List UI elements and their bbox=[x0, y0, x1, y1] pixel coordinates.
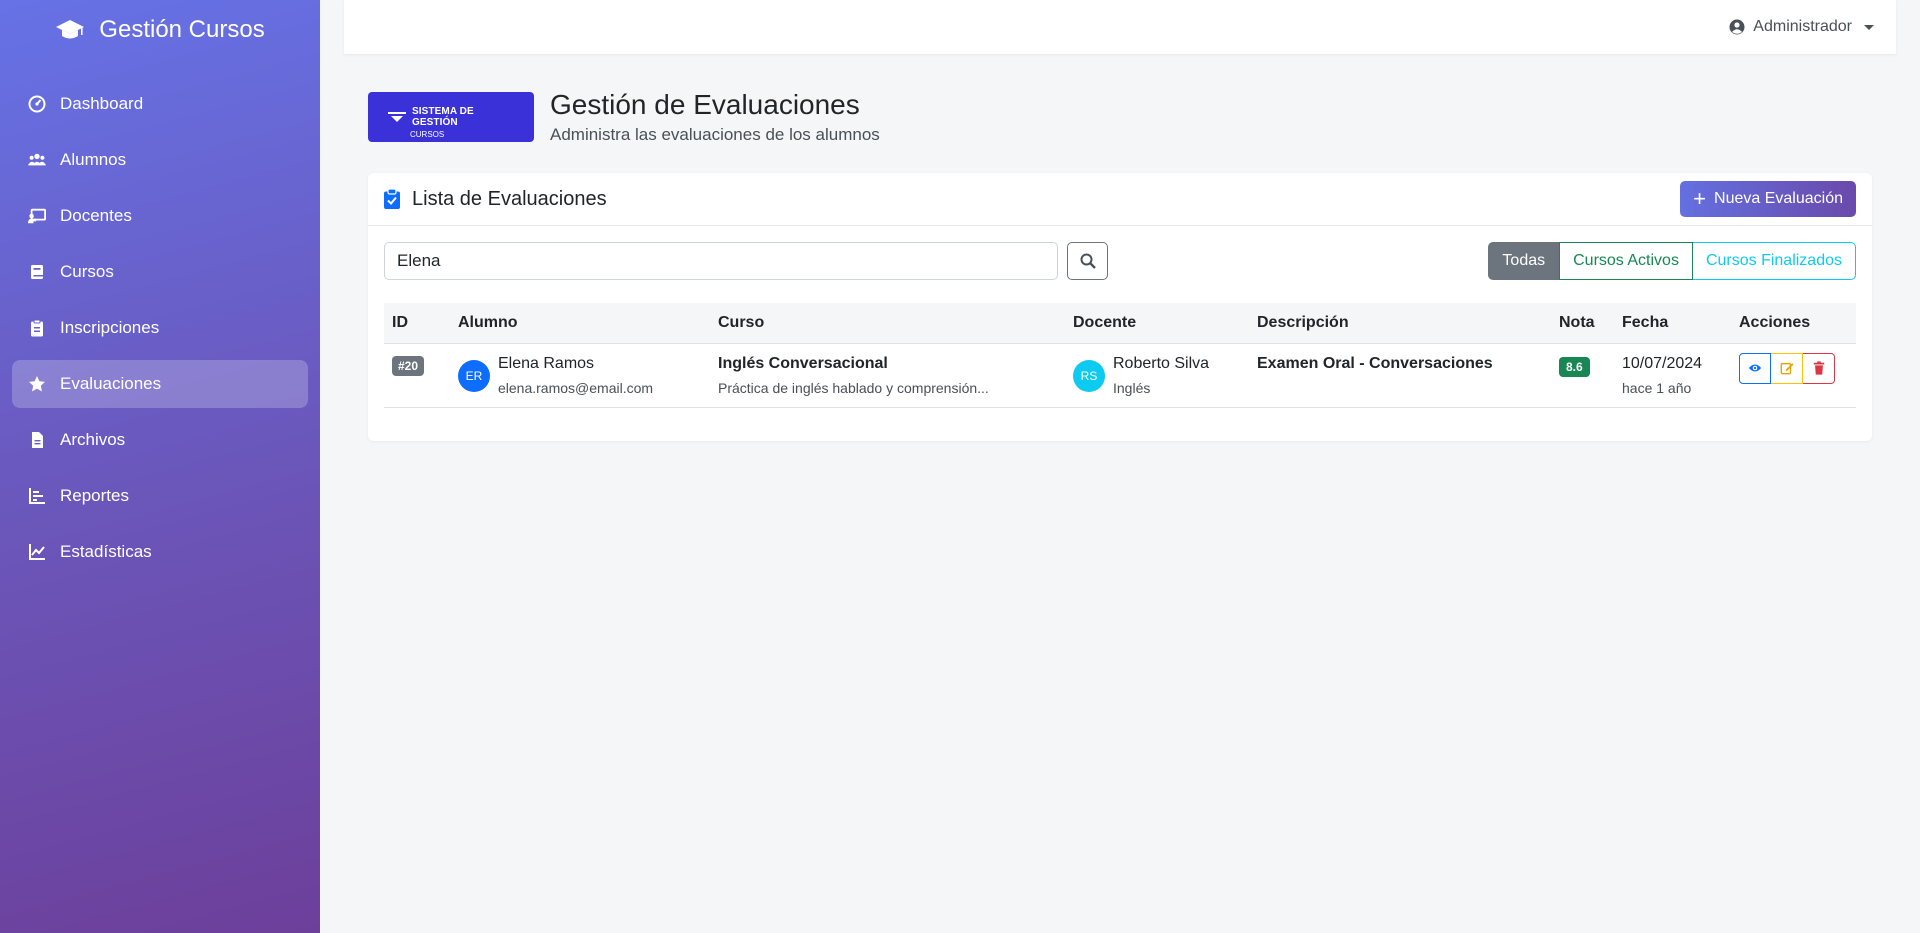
search-group bbox=[384, 242, 1108, 280]
graduation-cap-icon bbox=[56, 20, 85, 39]
sidebar-item-estadisticas[interactable]: Estadísticas bbox=[12, 528, 308, 576]
sidebar-nav: Dashboard Alumnos Docentes Cursos Inscri… bbox=[0, 60, 320, 576]
teacher-cell: RS Roberto Silva Inglés bbox=[1073, 355, 1241, 396]
sidebar-item-label: Inscripciones bbox=[60, 318, 160, 337]
evaluations-card: Lista de Evaluaciones + Nueva Evaluación… bbox=[368, 173, 1872, 441]
logo-text: SISTEMA DE GESTIÓN bbox=[412, 106, 474, 128]
sidebar-item-alumnos[interactable]: Alumnos bbox=[12, 136, 308, 184]
user-name: Administrador bbox=[1753, 18, 1852, 35]
sidebar-item-dashboard[interactable]: Dashboard bbox=[12, 80, 308, 128]
star-icon bbox=[29, 376, 45, 392]
chevron-down-icon bbox=[1864, 24, 1874, 30]
sidebar-item-evaluaciones[interactable]: Evaluaciones bbox=[12, 360, 308, 408]
student-email: elena.ramos@email.com bbox=[498, 379, 654, 396]
filter-cursos-activos[interactable]: Cursos Activos bbox=[1559, 242, 1693, 280]
filter-todas[interactable]: Todas bbox=[1488, 242, 1560, 280]
card-title: Lista de Evaluaciones bbox=[384, 188, 607, 211]
sidebar-item-label: Reportes bbox=[60, 486, 129, 505]
sidebar-item-label: Cursos bbox=[60, 262, 114, 281]
sidebar-item-label: Alumnos bbox=[60, 150, 127, 169]
row-actions bbox=[1739, 352, 1848, 384]
sidebar-item-label: Evaluaciones bbox=[60, 374, 162, 393]
user-circle-icon bbox=[1729, 19, 1745, 35]
filter-cursos-finalizados[interactable]: Cursos Finalizados bbox=[1692, 242, 1856, 280]
sidebar-item-label: Docentes bbox=[60, 206, 132, 225]
sidebar: Gestión Cursos Dashboard Alumnos Docente… bbox=[0, 0, 320, 933]
search-icon bbox=[1080, 253, 1096, 269]
sidebar-item-label: Estadísticas bbox=[60, 542, 152, 561]
col-nota[interactable]: Nota bbox=[1551, 303, 1614, 344]
search-input[interactable] bbox=[384, 242, 1058, 280]
page-subtitle: Administra las evaluaciones de los alumn… bbox=[550, 125, 880, 144]
card-header: Lista de Evaluaciones + Nueva Evaluación bbox=[368, 173, 1872, 226]
page-heading: Gestión de Evaluaciones Administra las e… bbox=[550, 89, 880, 145]
course-description: Práctica de inglés hablado y comprensión… bbox=[718, 379, 989, 396]
evaluation-date: 10/07/2024 bbox=[1622, 354, 1703, 372]
logo-line-3: CURSOS bbox=[410, 130, 445, 139]
logo-mark-icon bbox=[388, 112, 406, 122]
trash-icon bbox=[1813, 361, 1824, 375]
eye-icon bbox=[1748, 364, 1762, 372]
sidebar-item-archivos[interactable]: Archivos bbox=[12, 416, 308, 464]
clipboard-list-icon bbox=[31, 319, 43, 337]
topbar: Administrador bbox=[344, 0, 1896, 54]
file-icon bbox=[32, 432, 43, 448]
table-row[interactable]: #20 ER Elena Ramos elena.ramos@email.com… bbox=[384, 343, 1856, 408]
sidebar-item-reportes[interactable]: Reportes bbox=[12, 472, 308, 520]
col-alumno[interactable]: Alumno bbox=[450, 303, 710, 344]
col-descripcion[interactable]: Descripción bbox=[1249, 303, 1551, 344]
new-evaluation-button[interactable]: + Nueva Evaluación bbox=[1680, 181, 1856, 217]
user-menu-dropdown[interactable]: Administrador bbox=[1729, 18, 1874, 36]
page-header: SISTEMA DE GESTIÓN CURSOS Gestión de Eva… bbox=[368, 89, 880, 145]
speedometer-icon bbox=[28, 95, 46, 113]
filter-group: Todas Cursos Activos Cursos Finalizados bbox=[1488, 242, 1856, 280]
evaluations-table: ID Alumno Curso Docente Descripción Nota… bbox=[384, 303, 1856, 408]
course-name: Inglés Conversacional bbox=[718, 354, 888, 372]
sidebar-item-label: Dashboard bbox=[60, 94, 144, 113]
col-fecha[interactable]: Fecha bbox=[1614, 303, 1731, 344]
student-name: Elena Ramos bbox=[498, 354, 595, 372]
logo-line-2: GESTIÓN bbox=[412, 117, 458, 128]
card-title-text: Lista de Evaluaciones bbox=[412, 187, 607, 210]
card-toolbar: Todas Cursos Activos Cursos Finalizados bbox=[384, 242, 1856, 280]
col-curso[interactable]: Curso bbox=[710, 303, 1065, 344]
evaluation-description: Examen Oral - Conversaciones bbox=[1257, 354, 1493, 372]
brand[interactable]: Gestión Cursos bbox=[0, 0, 320, 60]
view-button[interactable] bbox=[1739, 352, 1771, 384]
clipboard-check-icon bbox=[384, 189, 400, 209]
search-button[interactable] bbox=[1067, 242, 1108, 280]
sidebar-item-cursos[interactable]: Cursos bbox=[12, 248, 308, 296]
id-badge: #20 bbox=[392, 355, 425, 376]
system-logo: SISTEMA DE GESTIÓN CURSOS bbox=[368, 92, 534, 142]
line-chart-icon bbox=[29, 544, 45, 560]
sidebar-item-label: Archivos bbox=[60, 430, 126, 449]
edit-button[interactable] bbox=[1771, 352, 1803, 384]
teacher-name: Roberto Silva bbox=[1113, 354, 1210, 372]
brand-title: Gestión Cursos bbox=[99, 16, 265, 43]
student-cell: ER Elena Ramos elena.ramos@email.com bbox=[458, 355, 702, 396]
logo-line-1: SISTEMA DE bbox=[412, 106, 474, 117]
delete-button[interactable] bbox=[1803, 352, 1835, 384]
grade-badge: 8.6 bbox=[1559, 356, 1590, 377]
avatar: RS bbox=[1073, 359, 1105, 392]
sidebar-item-inscripciones[interactable]: Inscripciones bbox=[12, 304, 308, 352]
chalkboard-teacher-icon bbox=[28, 208, 46, 224]
page-title: Gestión de Evaluaciones bbox=[550, 89, 860, 120]
bar-list-icon bbox=[29, 488, 45, 504]
new-evaluation-label: Nueva Evaluación bbox=[1714, 190, 1843, 207]
sidebar-item-docentes[interactable]: Docentes bbox=[12, 192, 308, 240]
evaluation-date-relative: hace 1 año bbox=[1622, 379, 1692, 396]
col-acciones: Acciones bbox=[1731, 303, 1856, 344]
book-icon bbox=[31, 265, 43, 279]
users-icon bbox=[28, 153, 46, 166]
col-id[interactable]: ID bbox=[384, 303, 450, 344]
teacher-subject: Inglés bbox=[1113, 379, 1151, 396]
plus-icon: + bbox=[1693, 186, 1707, 211]
avatar: ER bbox=[458, 359, 490, 392]
col-docente[interactable]: Docente bbox=[1065, 303, 1249, 344]
edit-icon bbox=[1780, 362, 1794, 375]
table-header: ID Alumno Curso Docente Descripción Nota… bbox=[384, 303, 1856, 344]
